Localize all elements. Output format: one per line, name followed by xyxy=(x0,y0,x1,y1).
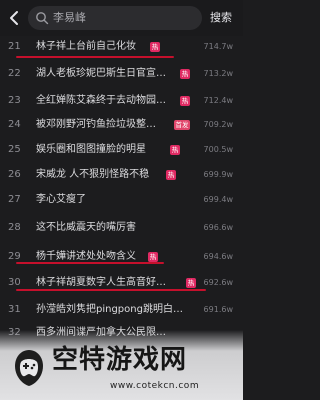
list-item[interactable]: 24 被邓刚野河钓鱼捡垃圾整… 首发 709.2w xyxy=(0,114,243,137)
highlight-underline xyxy=(16,289,206,291)
watermark-banner: 空特游戏网 www.cotekcn.com xyxy=(0,330,243,400)
heat-value: 700.5w xyxy=(203,145,233,154)
heat-value: 692.6w xyxy=(203,278,233,287)
item-title: 李心艾瘦了 xyxy=(36,194,86,205)
item-title: 林子祥上台前自己化妆 xyxy=(36,41,136,52)
rank-number: 24 xyxy=(8,119,21,130)
watermark-title: 空特游戏网 xyxy=(52,345,188,375)
list-item[interactable]: 27 李心艾瘦了 699.4w xyxy=(0,189,243,212)
hot-badge: 热 xyxy=(186,278,196,288)
item-title: 宋威龙 人不狠别怪路不稳 xyxy=(36,169,150,180)
rank-number: 27 xyxy=(8,194,21,205)
list-item[interactable]: 31 孙滢皓刘隽把pingpong跳明白… 691.6w xyxy=(0,299,243,322)
item-title: 娱乐圈和图图撞脸的明星 xyxy=(36,144,146,155)
search-button[interactable]: 搜索 xyxy=(210,10,232,26)
hot-badge: 热 xyxy=(148,252,158,262)
search-input[interactable]: 李易峰 xyxy=(28,6,202,30)
list-item[interactable]: 28 这不比威震天的嘴厉害 696.6w xyxy=(0,217,243,240)
hot-badge: 热 xyxy=(170,145,180,155)
heat-value: 709.2w xyxy=(203,120,233,129)
gamepad-logo-icon xyxy=(15,350,43,386)
list-item[interactable]: 29 杨千嬅讲述处处吻含义 热 694.6w xyxy=(0,246,243,269)
search-icon xyxy=(36,12,49,25)
highlight-underline xyxy=(16,262,164,264)
rank-number: 26 xyxy=(8,169,21,180)
heat-value: 714.7w xyxy=(203,42,233,51)
rank-number: 25 xyxy=(8,144,21,155)
heat-value: 699.4w xyxy=(203,195,233,204)
heat-value: 712.4w xyxy=(203,96,233,105)
list-item[interactable]: 25 娱乐圈和图图撞脸的明星 热 700.5w xyxy=(0,139,243,162)
hot-badge: 热 xyxy=(166,170,176,180)
heat-value: 694.6w xyxy=(203,252,233,261)
item-title: 全红婵陈艾森终于去动物园… xyxy=(36,95,166,106)
rank-number: 28 xyxy=(8,222,21,233)
heat-value: 696.6w xyxy=(203,223,233,232)
heat-value: 713.2w xyxy=(203,69,233,78)
list-item[interactable]: 26 宋威龙 人不狠别怪路不稳 热 699.9w xyxy=(0,164,243,187)
item-title: 被邓刚野河钓鱼捡垃圾整… xyxy=(36,119,156,130)
watermark-url: www.cotekcn.com xyxy=(110,381,200,391)
heat-value: 691.6w xyxy=(203,305,233,314)
hot-badge: 热 xyxy=(150,42,160,52)
rank-number: 31 xyxy=(8,304,21,315)
hot-badge: 热 xyxy=(180,96,190,106)
rank-number: 30 xyxy=(8,277,21,288)
item-title: 林子祥胡夏数字人生高音好… xyxy=(36,277,166,288)
item-title: 湖人老板珍妮巴斯生日官宣… xyxy=(36,68,166,79)
highlight-underline xyxy=(16,56,174,58)
back-icon[interactable] xyxy=(6,9,24,27)
heat-value: 699.9w xyxy=(203,170,233,179)
search-query: 李易峰 xyxy=(53,11,86,24)
rank-number: 21 xyxy=(8,41,21,52)
first-release-badge: 首发 xyxy=(174,120,190,130)
list-item[interactable]: 23 全红婵陈艾森终于去动物园… 热 712.4w xyxy=(0,90,243,113)
list-item[interactable]: 30 林子祥胡夏数字人生高音好… 热 692.6w xyxy=(0,272,243,295)
item-title: 这不比威震天的嘴厉害 xyxy=(36,222,136,233)
search-bar: 李易峰 搜索 xyxy=(0,0,243,36)
hot-badge: 热 xyxy=(180,69,190,79)
rank-number: 23 xyxy=(8,95,21,106)
list-item[interactable]: 22 湖人老板珍妮巴斯生日官宣… 热 713.2w xyxy=(0,63,243,86)
rank-number: 22 xyxy=(8,68,21,79)
item-title: 孙滢皓刘隽把pingpong跳明白… xyxy=(36,304,183,315)
